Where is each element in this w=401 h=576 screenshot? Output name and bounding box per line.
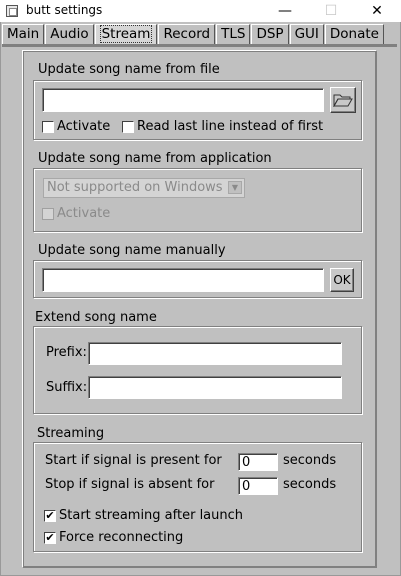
app-activate-box[interactable]: [42, 207, 54, 220]
file-activate-checkbox[interactable]: Activate: [42, 119, 110, 134]
stop-signal-seconds-input[interactable]: 0: [238, 477, 278, 495]
stop-seconds-unit: seconds: [283, 477, 337, 492]
file-activate-label: Activate: [57, 119, 111, 134]
streaming-section-title: Streaming: [37, 426, 105, 441]
app-activate-checkbox[interactable]: Activate: [42, 206, 110, 221]
browse-file-button[interactable]: [330, 87, 356, 113]
start-after-launch-label: Start streaming after launch: [59, 508, 244, 523]
read-last-line-box[interactable]: [122, 120, 134, 133]
chevron-down-icon: ▼: [228, 181, 242, 194]
tab-dsp[interactable]: DSP: [251, 24, 289, 45]
tab-stream[interactable]: Stream: [94, 24, 158, 45]
tab-tls[interactable]: TLS: [216, 24, 251, 45]
maximize-button[interactable]: ☐: [308, 0, 354, 22]
song-file-path-input[interactable]: [42, 88, 324, 112]
tab-divider: [2, 44, 397, 47]
force-reconnect-label: Force reconnecting: [59, 530, 184, 545]
check-icon[interactable]: ✔: [44, 531, 56, 544]
tab-bar: Main Audio Stream Record TLS DSP GUI Don…: [2, 24, 385, 45]
read-last-line-checkbox[interactable]: Read last line instead of first: [122, 119, 323, 134]
tab-gui[interactable]: GUI: [289, 24, 324, 45]
close-button[interactable]: ✕: [354, 0, 400, 22]
tab-main[interactable]: Main: [2, 24, 45, 45]
extend-section-title: Extend song name: [35, 310, 157, 325]
read-last-line-label: Read last line instead of first: [137, 119, 324, 134]
app-activate-label: Activate: [57, 206, 111, 221]
window-title: butt settings: [26, 3, 103, 17]
suffix-label: Suffix:: [46, 380, 88, 395]
manual-song-name-input[interactable]: [42, 268, 324, 292]
check-icon[interactable]: ✔: [44, 509, 56, 522]
minimize-button[interactable]: —: [262, 0, 308, 22]
folder-open-icon: [333, 93, 353, 107]
app-section-title: Update song name from application: [38, 151, 272, 166]
title-bar: butt settings — ☐ ✕: [0, 0, 401, 22]
stop-signal-label: Stop if signal is absent for: [45, 477, 215, 492]
prefix-input[interactable]: [88, 342, 342, 365]
tab-record[interactable]: Record: [158, 24, 216, 45]
extend-section-group: [33, 326, 362, 414]
tab-donate[interactable]: Donate: [324, 24, 384, 45]
suffix-input[interactable]: [88, 376, 342, 399]
prefix-label: Prefix:: [46, 345, 87, 360]
start-seconds-unit: seconds: [283, 453, 337, 468]
app-icon: [6, 5, 18, 17]
application-select[interactable]: Not supported on Windows ▼: [43, 178, 245, 198]
start-signal-seconds-input[interactable]: 0: [238, 453, 278, 471]
tab-audio[interactable]: Audio: [45, 24, 94, 45]
application-select-value: Not supported on Windows: [47, 180, 223, 195]
file-section-title: Update song name from file: [38, 62, 220, 77]
ok-button[interactable]: OK: [330, 268, 354, 292]
start-signal-label: Start if signal is present for: [45, 453, 222, 468]
start-after-launch-checkbox[interactable]: ✔ Start streaming after launch: [44, 508, 243, 523]
force-reconnect-checkbox[interactable]: ✔ Force reconnecting: [44, 530, 183, 545]
manual-section-title: Update song name manually: [38, 243, 226, 258]
file-activate-box[interactable]: [42, 120, 54, 133]
